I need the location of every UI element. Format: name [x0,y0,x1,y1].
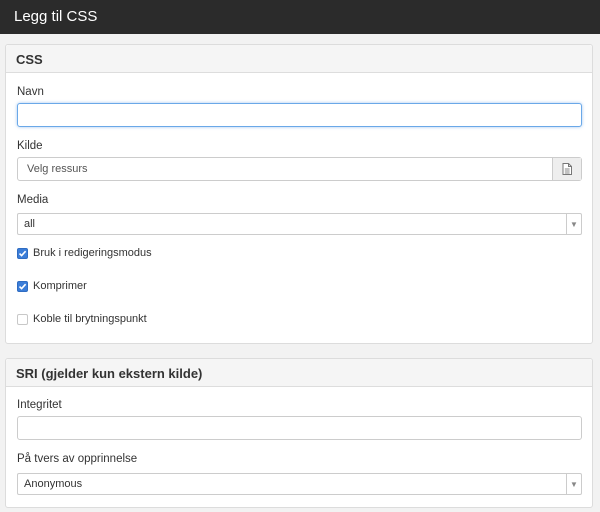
checkbox-edit-mode[interactable]: Bruk i redigeringsmodus [17,247,152,259]
sri-panel: SRI (gjelder kun ekstern kilde) Integrit… [5,358,593,508]
css-panel: CSS Navn Kilde Velg ressurs Media all ▼ … [5,44,593,344]
css-panel-heading: CSS [6,45,592,73]
media-select[interactable]: all ▼ [17,213,582,235]
checkbox-unchecked-icon[interactable] [17,313,28,325]
source-picker[interactable]: Velg ressurs [17,157,582,181]
checkbox-checked-icon[interactable] [17,247,28,259]
name-label: Navn [17,86,44,98]
sri-panel-heading: SRI (gjelder kun ekstern kilde) [6,359,592,387]
checkbox-checked-icon[interactable] [17,280,28,292]
checkbox-breakpoint[interactable]: Koble til brytningspunkt [17,313,147,325]
chevron-down-icon: ▼ [566,474,581,494]
crossorigin-label: På tvers av opprinnelse [17,453,138,465]
checkbox-breakpoint-label: Koble til brytningspunkt [33,313,147,325]
media-selected-value: all [24,218,36,230]
media-label: Media [17,194,49,206]
checkbox-compress[interactable]: Komprimer [17,280,87,292]
window-title: Legg til CSS [0,0,600,34]
checkbox-compress-label: Komprimer [33,280,87,292]
source-value[interactable]: Velg ressurs [18,158,552,180]
source-label: Kilde [17,140,43,152]
file-icon [562,163,572,175]
chevron-down-icon: ▼ [566,214,581,234]
checkbox-edit-mode-label: Bruk i redigeringsmodus [33,247,152,259]
integrity-label: Integritet [17,399,62,411]
source-browse-button[interactable] [552,158,581,180]
crossorigin-selected-value: Anonymous [24,478,83,490]
name-input[interactable] [17,103,582,127]
crossorigin-select[interactable]: Anonymous ▼ [17,473,582,495]
integrity-input[interactable] [17,416,582,440]
